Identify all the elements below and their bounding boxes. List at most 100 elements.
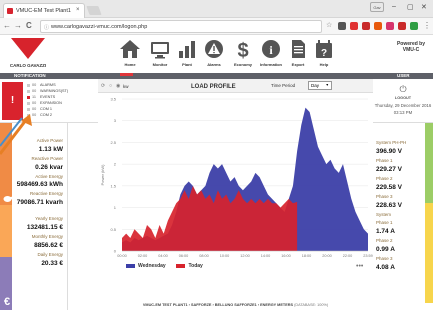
y-tick-label: 2.5 [110, 140, 116, 145]
forward-icon[interactable]: → [14, 21, 22, 30]
x-tick-label: 22:00 [343, 254, 353, 258]
info-icon: i [262, 40, 280, 58]
svg-text:€: € [4, 296, 10, 307]
nav-home[interactable]: Home [115, 38, 145, 71]
extension-icon[interactable] [374, 22, 382, 30]
x-tick-label: 04:00 [158, 254, 168, 258]
extension-icon[interactable] [398, 22, 406, 30]
nav-help[interactable]: ? Help [309, 38, 339, 71]
x-tick-label: 08:00 [199, 254, 209, 258]
phase3-voltage-value: 228.63 V [376, 202, 403, 209]
refresh-icon[interactable]: ⟳ [101, 83, 105, 89]
new-tab-button[interactable] [86, 6, 102, 15]
active-energy-label: Active Energy [35, 174, 63, 179]
tab-close-icon[interactable]: × [76, 7, 80, 13]
monitor-icon [151, 42, 169, 59]
legend-swatch-wednesday [126, 263, 135, 268]
x-tick-label: 00:00 [117, 254, 127, 258]
favicon-icon [7, 8, 13, 14]
phase3-current-label: Phase 3 [376, 256, 393, 261]
radio-icon[interactable]: ○ [109, 83, 112, 89]
y-axis-label: Power (kW) [100, 164, 105, 186]
monthly-energy-label: Monthly Energy [31, 234, 63, 239]
reactive-energy-label: Reactive Energy [29, 191, 63, 196]
chevron-down-icon: ▼ [325, 83, 329, 87]
x-tick-label: 14:00 [261, 254, 271, 258]
minimize-icon[interactable]: – [392, 3, 396, 10]
yearly-energy-value: 132481.15 € [26, 224, 63, 231]
nav-economy[interactable]: $ Economy [228, 38, 258, 71]
y-tick-label: 1.5 [110, 183, 116, 188]
browser-tab[interactable]: VMUC-EM Test Plant1 × [3, 3, 85, 18]
close-window-icon[interactable]: ✕ [421, 3, 427, 11]
x-tick-label: 23:59 [363, 254, 373, 258]
reload-icon[interactable]: C [26, 21, 32, 30]
notification-row[interactable]: 00 ALARMS [27, 83, 56, 87]
profile-button[interactable]: Gav [370, 2, 384, 12]
monthly-energy-value: 8856.62 € [34, 242, 63, 249]
extension-icon[interactable] [350, 22, 358, 30]
powered-by-product: VMU-C [402, 47, 420, 53]
current-color-band [425, 203, 433, 303]
load-profile-chart[interactable]: 3.5 3 2.5 2 1.5 1 0.5 0 Power (kW) 00:00 02:00 04:0… [98, 93, 373, 261]
help-icon: ? [316, 40, 332, 59]
status-dot [27, 101, 30, 105]
y-tick-label: 1 [114, 205, 117, 210]
phase2-voltage-label: Phase 2 [376, 176, 393, 181]
back-icon[interactable]: ← [3, 21, 11, 30]
notification-row[interactable]: 00 WARNINGS(ST) [27, 89, 68, 93]
nav-label: Monitor [152, 62, 168, 67]
extension-icon[interactable] [386, 22, 394, 30]
x-tick-label: 16:00 [281, 254, 291, 258]
svg-text:$: $ [237, 40, 248, 60]
nav-label: Help [319, 62, 329, 67]
time-period-label: Time Period [271, 83, 296, 88]
extension-icon[interactable] [410, 22, 418, 30]
notification-row[interactable]: 00 EXPANSION [27, 101, 62, 105]
address-bar[interactable]: ⓘ www.carlogavazzi-vmuc.com/logon.php [40, 20, 322, 33]
x-tick-label: 06:00 [179, 254, 189, 258]
site-info-icon[interactable]: ⓘ [44, 24, 49, 31]
time-period-select[interactable]: Day ▼ [308, 81, 332, 90]
nav-monitor[interactable]: Monitor [145, 38, 175, 71]
daily-energy-label: Daily Energy [37, 252, 63, 257]
star-icon[interactable]: ☆ [326, 21, 332, 29]
notification-row[interactable]: 11 EVENTS [27, 95, 55, 99]
browser-toolbar: ← → C ⓘ www.carlogavazzi-vmuc.com/logon.… [0, 18, 433, 35]
voltage-color-band [425, 123, 433, 203]
user-box: ⏻ LOGOUT Thursday, 29 December 2016 03:1… [373, 79, 433, 123]
nav-label: Plant [182, 62, 192, 67]
url-text: www.carlogavazzi-vmuc.com/logon.php [51, 24, 148, 30]
turtle-icon [3, 196, 13, 202]
phase2-current-label: Phase 2 [376, 238, 393, 243]
legend-item-wednesday[interactable]: Wednesday [138, 263, 166, 269]
svg-text:CARLO GAVAZZI: CARLO GAVAZZI [10, 63, 46, 68]
menu-icon[interactable]: ⋮ [423, 21, 431, 30]
extension-icon[interactable] [338, 22, 346, 30]
series-area-today[interactable] [122, 185, 298, 251]
legend-item-today[interactable]: Today [188, 263, 202, 269]
nav-information[interactable]: i Information [256, 38, 286, 71]
nav-label: Alarms [207, 62, 221, 67]
database-status: (DATABASE: 100%) [294, 303, 329, 307]
notification-row[interactable]: 00 COM 1 [27, 107, 52, 111]
extension-icon[interactable] [362, 22, 370, 30]
nav-alarms[interactable]: Alarms [199, 38, 229, 71]
logout-link[interactable]: LOGOUT [373, 96, 433, 100]
system-voltage-label: System PH-PH [376, 140, 407, 145]
user-panel: ⏻ LOGOUT Thursday, 29 December 2016 03:1… [373, 79, 433, 310]
status-dot [27, 83, 30, 87]
power-icon[interactable]: ⏻ [373, 84, 433, 95]
tab-title: VMUC-EM Test Plant1 [16, 8, 71, 14]
carlo-gavazzi-logo[interactable]: CARLO GAVAZZI [5, 37, 51, 71]
nav-label: Information [260, 62, 282, 67]
tutorial-pointer-arrow [0, 114, 32, 155]
current-date: Thursday, 29 December 2016 [374, 103, 432, 108]
phase3-voltage-label: Phase 3 [376, 194, 393, 199]
powered-by: Powered by VMU-C [392, 41, 430, 53]
nav-plant[interactable]: Plant [172, 38, 202, 71]
radio-selected-icon[interactable]: ◉ [116, 83, 120, 89]
maximize-icon[interactable]: ▢ [407, 3, 414, 11]
load-profile-panel: ⟳ ○ ◉ kw LOAD PROFILE Time Period Day ▼ 3… [98, 79, 373, 301]
more-options-icon[interactable]: ••• [356, 263, 363, 270]
